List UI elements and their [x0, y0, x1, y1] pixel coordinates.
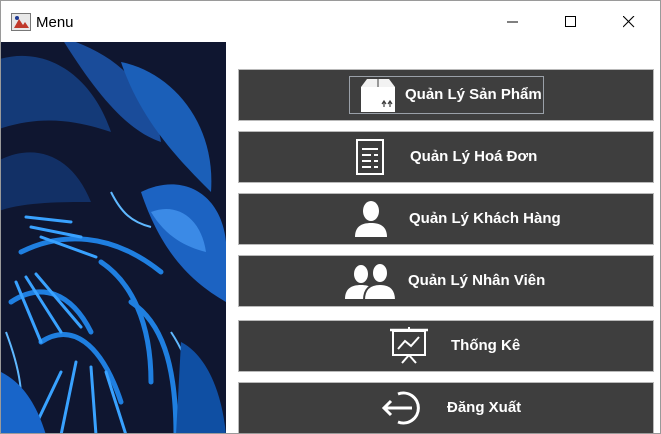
customer-management-button[interactable]: Quản Lý Khách Hàng: [238, 193, 654, 245]
menu-item-label: Quản Lý Nhân Viên: [408, 272, 546, 289]
maximize-button[interactable]: [542, 1, 600, 42]
logout-button[interactable]: Đăng Xuất: [238, 382, 654, 433]
menu-window: Menu Quản Lý Sản Phẩm Quản Lý Hoá Đơn Qu…: [0, 0, 661, 434]
chart-board-icon: [387, 321, 431, 371]
menu-item-label: Quản Lý Hoá Đơn: [410, 148, 538, 165]
statistics-button[interactable]: Thống Kê: [238, 320, 654, 372]
users-icon: [343, 256, 399, 306]
close-button[interactable]: [600, 1, 658, 42]
menu-item-label: Quản Lý Khách Hàng: [409, 210, 561, 227]
menu-item-label: Quản Lý Sản Phẩm: [405, 86, 542, 103]
employee-management-button[interactable]: Quản Lý Nhân Viên: [238, 255, 654, 307]
menu-panel: Quản Lý Sản Phẩm Quản Lý Hoá Đơn Quản Lý…: [226, 42, 660, 433]
invoice-management-button[interactable]: Quản Lý Hoá Đơn: [238, 131, 654, 183]
user-icon: [351, 194, 391, 244]
decorative-leaf-image: [1, 42, 226, 433]
minimize-icon: [507, 21, 518, 22]
product-management-button[interactable]: Quản Lý Sản Phẩm: [238, 69, 654, 121]
java-app-icon: [11, 13, 31, 31]
menu-item-label: Đăng Xuất: [447, 399, 522, 416]
menu-item-label: Thống Kê: [451, 337, 521, 354]
title-bar: Menu: [1, 1, 660, 42]
invoice-icon: [353, 132, 387, 182]
maximize-icon: [565, 15, 576, 27]
close-icon: [623, 15, 635, 27]
box-icon: [357, 70, 399, 120]
logout-icon: [377, 383, 427, 433]
minimize-button[interactable]: [484, 1, 542, 42]
window-title: Menu: [36, 14, 74, 31]
